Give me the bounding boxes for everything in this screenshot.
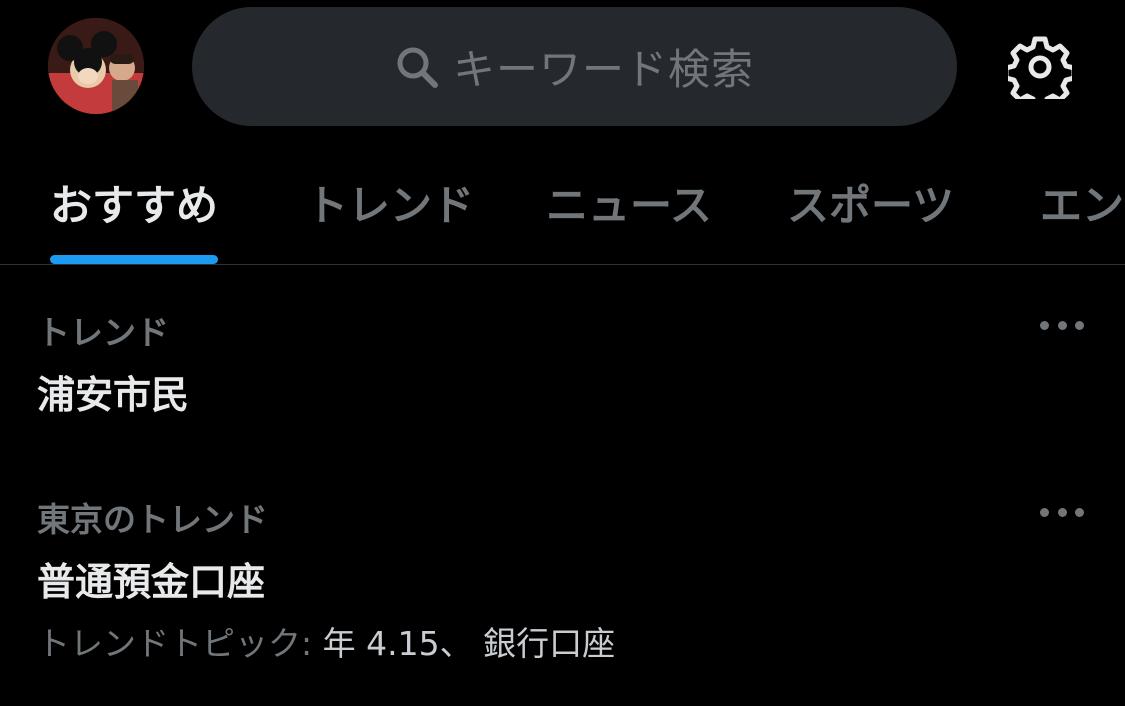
tab-recommended[interactable]: おすすめ: [50, 172, 218, 233]
explore-screen: キーワード検索 おすすめ トレンド ニュース スポーツ エン トレンド 浦安市民…: [0, 0, 1125, 706]
gear-icon[interactable]: [1008, 35, 1072, 99]
tab-bar: おすすめ トレンド ニュース スポーツ エン: [0, 150, 1125, 265]
trend-subtitle: トレンドトピック: 年 4.15、 銀行口座: [37, 617, 615, 665]
active-tab-indicator: [50, 255, 218, 264]
search-bar[interactable]: キーワード検索: [192, 7, 957, 126]
trend-context: 東京のトレンド: [37, 500, 268, 539]
tab-sports[interactable]: スポーツ: [787, 172, 954, 233]
trend-title: 浦安市民: [37, 373, 190, 417]
trend-subtitle-topics: 年 4.15、 銀行口座: [322, 624, 616, 663]
search-icon: [397, 47, 438, 88]
trend-item[interactable]: 東京のトレンド 普通預金口座 トレンドトピック: 年 4.15、 銀行口座: [0, 477, 1125, 677]
avatar-image: [48, 18, 144, 114]
avatar[interactable]: [48, 18, 144, 114]
tab-trending[interactable]: トレンド: [306, 172, 474, 233]
more-icon[interactable]: [1040, 506, 1084, 518]
trend-title: 普通預金口座: [37, 560, 266, 604]
tab-entertainment[interactable]: エン: [1040, 172, 1124, 233]
more-icon[interactable]: [1040, 319, 1084, 331]
trend-subtitle-prefix: トレンドトピック:: [37, 624, 323, 663]
tab-news[interactable]: ニュース: [546, 172, 712, 233]
search-placeholder: キーワード検索: [452, 45, 754, 94]
trend-item[interactable]: トレンド 浦安市民: [0, 290, 1125, 440]
trend-context: トレンド: [37, 313, 169, 352]
